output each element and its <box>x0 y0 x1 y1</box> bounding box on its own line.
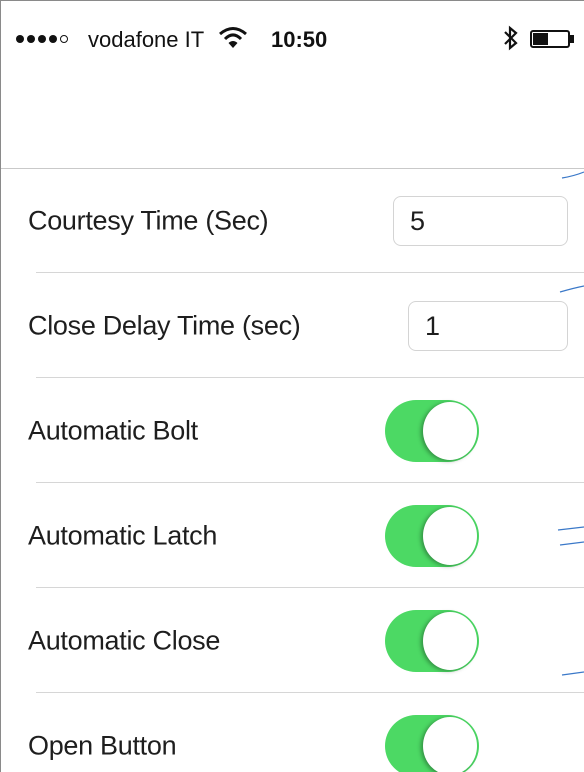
courtesy-time-field[interactable]: 5 <box>393 195 568 246</box>
automatic-latch-label: Automatic Latch <box>28 520 218 550</box>
bluetooth-icon <box>504 25 518 51</box>
status-bar: vodafone IT 10:50 <box>0 0 584 82</box>
wifi-icon <box>219 27 247 48</box>
carrier-name: vodafone IT <box>88 27 205 52</box>
settings-list: Courtesy Time (Sec) 5 Close Delay Time (… <box>0 168 584 772</box>
automatic-bolt-toggle[interactable] <box>385 399 479 462</box>
open-button-label: Open Button <box>28 730 177 760</box>
automatic-close-label: Automatic Close <box>28 625 221 655</box>
automatic-latch-toggle[interactable] <box>385 504 479 567</box>
toggle-knob <box>423 716 477 772</box>
frame-border <box>0 0 584 1</box>
battery-icon <box>530 30 574 48</box>
toggle-knob <box>423 401 477 460</box>
open-button-row: Open Button <box>0 693 584 772</box>
close-delay-time-row: Close Delay Time (sec) 1 <box>0 273 584 378</box>
navigation-bar <box>0 82 584 169</box>
toggle-knob <box>423 506 477 565</box>
automatic-latch-row: Automatic Latch <box>0 483 584 588</box>
courtesy-time-label: Courtesy Time (Sec) <box>28 205 269 235</box>
open-button-toggle[interactable] <box>385 714 479 772</box>
signal-dots-icon <box>16 35 68 43</box>
courtesy-time-row: Courtesy Time (Sec) 5 <box>0 168 584 273</box>
toggle-knob <box>423 611 477 670</box>
close-delay-time-label: Close Delay Time (sec) <box>28 310 301 340</box>
frame-border <box>0 0 1 772</box>
automatic-bolt-label: Automatic Bolt <box>28 415 198 445</box>
phone-screen: vodafone IT 10:50 Courtesy Time (Sec) 5 … <box>0 0 584 772</box>
automatic-bolt-row: Automatic Bolt <box>0 378 584 483</box>
close-delay-time-field[interactable]: 1 <box>408 300 568 351</box>
automatic-close-row: Automatic Close <box>0 588 584 693</box>
automatic-close-toggle[interactable] <box>385 609 479 672</box>
status-time: 10:50 <box>271 27 328 52</box>
